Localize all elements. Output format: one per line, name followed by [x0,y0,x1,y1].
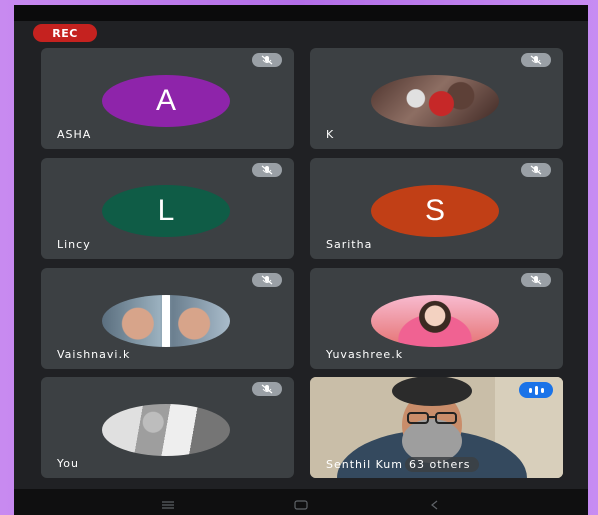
participant-tile[interactable]: Yuvashree.k [310,268,563,369]
participant-tile[interactable]: A ASHA [41,48,294,149]
mic-off-icon [252,53,282,67]
avatar: A [102,75,230,127]
mic-off-icon [252,163,282,177]
meeting-screen: REC A ASHA K L Lincy S Saritha Vaishnavi… [14,5,588,515]
participant-tile-self[interactable]: You [41,377,294,478]
participant-name: Vaishnavi.k [57,348,131,361]
mic-off-icon [252,382,282,396]
avatar: S [371,185,499,237]
active-speaker-video[interactable]: Senthil Kum 63 others [310,377,563,478]
participant-tile[interactable]: Vaishnavi.k [41,268,294,369]
participant-photo [371,75,499,127]
recording-badge: REC [33,24,97,42]
participant-tile[interactable]: S Saritha [310,158,563,259]
others-count[interactable]: 63 others [404,457,479,472]
participant-photo [102,404,230,456]
audio-bars-icon [519,382,553,398]
participant-tile[interactable]: K [310,48,563,149]
navigation-bar [14,489,588,515]
participant-photo [102,295,230,347]
recents-icon[interactable] [160,496,176,515]
home-icon[interactable] [293,496,309,515]
participant-name: K [326,128,335,141]
avatar: L [102,185,230,237]
back-icon[interactable] [427,496,443,515]
mic-off-icon [521,53,551,67]
participant-name: You [57,457,79,470]
mic-off-icon [521,273,551,287]
mic-off-icon [521,163,551,177]
participant-name: Saritha [326,238,373,251]
participant-name: ASHA [57,128,92,141]
speaker-name: Senthil Kum [326,458,403,471]
participant-name: Lincy [57,238,91,251]
speaker-caption: Senthil Kum 63 others [326,457,479,472]
mic-off-icon [252,273,282,287]
participant-tile[interactable]: L Lincy [41,158,294,259]
status-bar [14,5,588,21]
participant-photo [371,295,499,347]
participant-name: Yuvashree.k [326,348,404,361]
